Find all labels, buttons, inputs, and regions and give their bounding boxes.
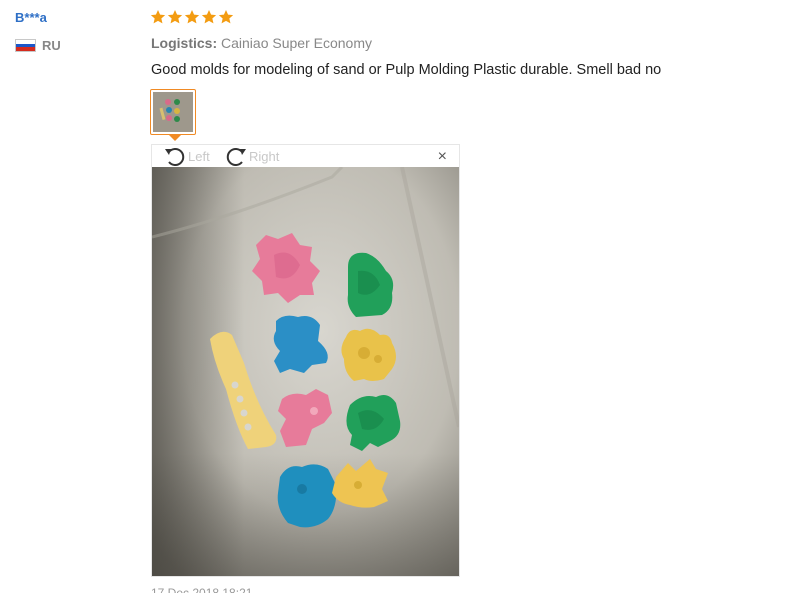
review-photo <box>152 167 459 576</box>
rotate-left-button[interactable]: Left <box>163 146 210 166</box>
russia-flag-icon <box>15 39 36 52</box>
country-code: RU <box>42 38 61 53</box>
thumbnail-image <box>153 92 193 132</box>
logistics-value: Cainiao Super Economy <box>221 35 372 51</box>
viewer-toolbar: Left Right × <box>152 145 459 168</box>
rotate-right-label: Right <box>249 148 280 164</box>
reviewer-name: B***a <box>15 10 47 25</box>
close-viewer-button[interactable]: × <box>438 149 447 165</box>
reviewer-country: RU <box>15 38 61 53</box>
star-icon <box>167 9 183 25</box>
review-text: Good molds for modeling of sand or Pulp … <box>151 62 662 78</box>
rotate-left-label: Left <box>188 148 210 164</box>
star-rating <box>150 9 234 25</box>
rotate-left-icon <box>165 148 185 166</box>
rotate-right-icon <box>226 148 246 166</box>
rotate-right-button[interactable]: Right <box>224 146 279 166</box>
review-date: 17 Dec 2018 18:21 <box>151 586 253 593</box>
thumbnail-pointer <box>169 135 181 141</box>
photo-viewer: Left Right × <box>151 144 460 577</box>
star-icon <box>218 9 234 25</box>
star-icon <box>201 9 217 25</box>
star-icon <box>150 9 166 25</box>
logistics-label: Logistics: <box>151 35 218 51</box>
logistics-info: Logistics: Cainiao Super Economy <box>151 35 372 51</box>
review-photo-thumbnail[interactable] <box>150 89 196 135</box>
star-icon <box>184 9 200 25</box>
